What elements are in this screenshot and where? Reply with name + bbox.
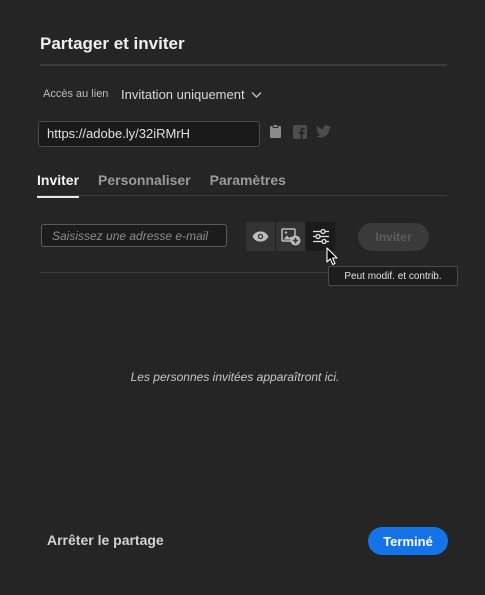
facebook-icon[interactable] (292, 124, 307, 139)
email-input[interactable] (41, 224, 227, 247)
invite-button[interactable]: Inviter (358, 223, 429, 251)
contribute-permission-button[interactable] (276, 222, 306, 251)
add-image-icon (280, 227, 300, 245)
access-dropdown[interactable]: Invitation uniquement (121, 87, 262, 102)
empty-state-message: Les personnes invitées apparaîtront ici. (130, 370, 340, 384)
stop-sharing-link[interactable]: Arrêter le partage (47, 532, 164, 548)
clipboard-icon[interactable] (268, 124, 283, 139)
share-link-field[interactable]: https://adobe.ly/32iRMrH (38, 121, 260, 147)
view-permission-button[interactable] (246, 222, 276, 251)
done-button[interactable]: Terminé (368, 527, 448, 555)
dialog-title: Partager et inviter (40, 34, 185, 53)
share-dialog: Partager et inviter Accès au lien Invita… (0, 0, 485, 595)
tabs-divider (37, 195, 447, 196)
access-value: Invitation uniquement (121, 87, 245, 102)
eye-icon (252, 231, 269, 242)
permission-toggle-group (246, 222, 336, 251)
twitter-icon[interactable] (316, 124, 331, 139)
chevron-down-icon (251, 91, 262, 98)
sliders-icon (312, 229, 329, 244)
share-icons (268, 124, 331, 139)
title-divider (40, 64, 447, 66)
access-label: Accès au lien (43, 88, 109, 100)
permission-tooltip: Peut modif. et contrib. (328, 266, 458, 286)
